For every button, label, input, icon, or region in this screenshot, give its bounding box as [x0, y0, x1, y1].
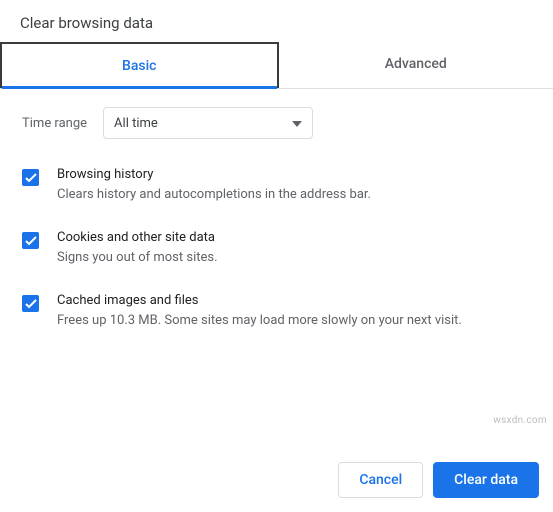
caret-down-icon [292, 116, 302, 131]
option-title: Browsing history [57, 167, 371, 182]
tab-advanced[interactable]: Advanced [279, 42, 553, 88]
check-icon [25, 299, 37, 309]
content-area: Time range All time Browsing history Cle… [0, 89, 553, 331]
checkbox-cookies[interactable] [22, 232, 39, 249]
timerange-select[interactable]: All time [103, 107, 313, 139]
checkbox-cache[interactable] [22, 295, 39, 312]
option-browsing-history: Browsing history Clears history and auto… [22, 167, 531, 204]
watermark-text: wsxdn.com [493, 415, 547, 426]
timerange-label: Time range [22, 116, 87, 131]
check-icon [25, 173, 37, 183]
option-desc: Frees up 10.3 MB. Some sites may load mo… [57, 312, 462, 330]
cancel-button[interactable]: Cancel [338, 462, 423, 498]
option-title: Cached images and files [57, 293, 462, 308]
timerange-row: Time range All time [22, 107, 531, 139]
option-title: Cookies and other site data [57, 230, 218, 245]
option-desc: Clears history and autocompletions in th… [57, 186, 371, 204]
tab-basic[interactable]: Basic [0, 42, 279, 88]
timerange-value: All time [114, 116, 158, 131]
dialog-footer: Cancel Clear data [338, 462, 539, 498]
option-cookies: Cookies and other site data Signs you ou… [22, 230, 531, 267]
option-cache: Cached images and files Frees up 10.3 MB… [22, 293, 531, 330]
checkbox-browsing-history[interactable] [22, 169, 39, 186]
tabs: Basic Advanced [0, 42, 553, 89]
dialog-title: Clear browsing data [0, 0, 553, 42]
check-icon [25, 236, 37, 246]
option-desc: Signs you out of most sites. [57, 249, 218, 267]
clear-data-button[interactable]: Clear data [433, 462, 539, 498]
